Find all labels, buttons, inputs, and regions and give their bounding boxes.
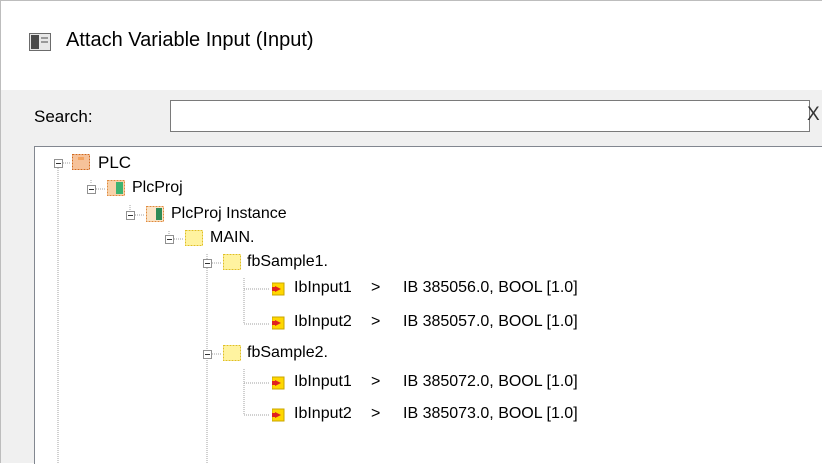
link-arrow: > bbox=[371, 279, 381, 296]
input-variable-icon bbox=[272, 376, 285, 390]
collapse-toggle[interactable] bbox=[54, 159, 63, 168]
variable-address: IB 385072.0, BOOL [1.0] bbox=[403, 373, 578, 390]
input-variable-icon bbox=[272, 316, 285, 330]
plc-icon bbox=[72, 154, 90, 170]
tree-item-plcproj[interactable]: PlcProj bbox=[35, 177, 435, 201]
link-arrow: > bbox=[371, 373, 381, 390]
tree-item-plcproj-instance[interactable]: PlcProj Instance bbox=[35, 203, 435, 227]
tree-item-label: MAIN. bbox=[210, 229, 255, 246]
tree-item-label: fbSample2. bbox=[247, 344, 328, 361]
plc-instance-icon bbox=[146, 206, 164, 222]
tree-item-main[interactable]: MAIN. bbox=[35, 227, 435, 251]
variable-address: IB 385073.0, BOOL [1.0] bbox=[403, 405, 578, 422]
window-app-icon bbox=[29, 33, 51, 51]
tree-item-variable[interactable]: IbInput2 > IB 385073.0, BOOL [1.0] bbox=[35, 403, 735, 427]
tree-item-label: PLC bbox=[98, 153, 132, 172]
variable-name: IbInput1 bbox=[294, 279, 352, 296]
variable-name: IbInput2 bbox=[294, 313, 352, 330]
variable-tree[interactable]: PLC PlcProj PlcProj Instance MAIN. fbSam… bbox=[34, 146, 822, 464]
collapse-toggle[interactable] bbox=[126, 211, 135, 220]
folder-icon bbox=[185, 230, 203, 246]
link-arrow: > bbox=[371, 313, 381, 330]
collapse-toggle[interactable] bbox=[203, 259, 212, 268]
clear-search-button[interactable]: X bbox=[807, 100, 822, 132]
attach-variable-dialog: Attach Variable Input (Input) Search: X bbox=[0, 0, 822, 464]
input-variable-icon bbox=[272, 282, 285, 296]
input-variable-icon bbox=[272, 408, 285, 422]
tree-item-variable[interactable]: IbInput1 > IB 385056.0, BOOL [1.0] bbox=[35, 277, 735, 301]
search-label: Search: bbox=[34, 107, 93, 126]
variable-name: IbInput2 bbox=[294, 405, 352, 422]
collapse-toggle[interactable] bbox=[165, 235, 174, 244]
window-title: Attach Variable Input (Input) bbox=[66, 29, 314, 51]
search-input[interactable] bbox=[170, 100, 810, 132]
tree-item-label: PlcProj Instance bbox=[171, 205, 287, 222]
plc-project-icon bbox=[107, 180, 125, 196]
link-arrow: > bbox=[371, 405, 381, 422]
folder-icon bbox=[223, 345, 241, 361]
collapse-toggle[interactable] bbox=[203, 350, 212, 359]
title-bar: Attach Variable Input (Input) bbox=[0, 0, 822, 91]
tree-item-fbsample2[interactable]: fbSample2. bbox=[35, 342, 435, 366]
tree-item-label: fbSample1. bbox=[247, 253, 328, 270]
dialog-body: Search: X PLC PlcProj PlcProj Instance M… bbox=[0, 90, 822, 464]
tree-item-variable[interactable]: IbInput1 > IB 385072.0, BOOL [1.0] bbox=[35, 371, 735, 395]
variable-address: IB 385056.0, BOOL [1.0] bbox=[403, 279, 578, 296]
variable-address: IB 385057.0, BOOL [1.0] bbox=[403, 313, 578, 330]
tree-item-plc[interactable]: PLC bbox=[35, 151, 435, 175]
tree-item-label: PlcProj bbox=[132, 179, 183, 196]
collapse-toggle[interactable] bbox=[87, 185, 96, 194]
folder-icon bbox=[223, 254, 241, 270]
variable-name: IbInput1 bbox=[294, 373, 352, 390]
tree-item-fbsample1[interactable]: fbSample1. bbox=[35, 251, 435, 275]
tree-item-variable[interactable]: IbInput2 > IB 385057.0, BOOL [1.0] bbox=[35, 311, 735, 335]
